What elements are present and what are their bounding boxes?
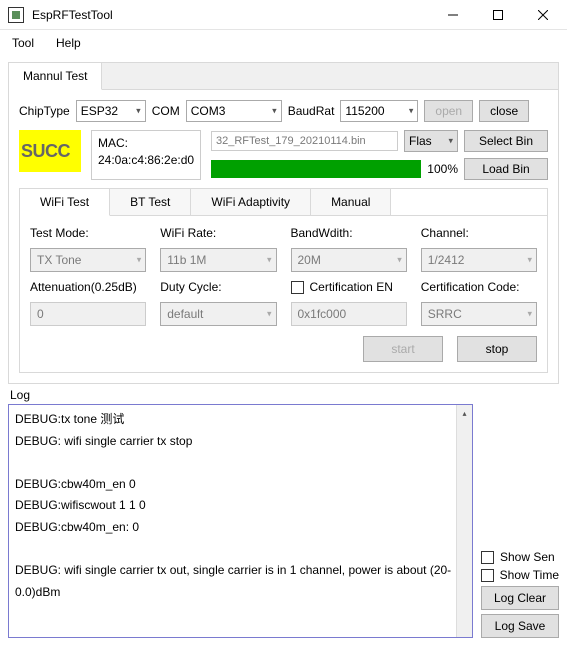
- status-badge: SUCC: [19, 130, 81, 172]
- chevron-down-icon: ▾: [527, 309, 532, 320]
- chevron-down-icon: ▾: [267, 309, 272, 320]
- mac-info: MAC: 24:0a:c4:86:2e:d0: [91, 130, 201, 180]
- duty-cycle-select[interactable]: default▾: [160, 302, 276, 326]
- close-icon: [538, 10, 548, 20]
- progress-bar: [211, 160, 421, 178]
- tab-bt-test[interactable]: BT Test: [110, 189, 191, 216]
- bandwidth-label: BandWdith:: [291, 226, 407, 240]
- com-select[interactable]: COM3 ▾: [186, 100, 282, 122]
- load-bin-button[interactable]: Load Bin: [464, 158, 548, 180]
- connection-row: ChipType ESP32 ▾ COM COM3 ▾ BaudRat 1152…: [19, 100, 548, 122]
- log-label: Log: [8, 388, 559, 404]
- channel-select[interactable]: 1/2412▾: [421, 248, 537, 272]
- show-time-wrap[interactable]: Show Time: [481, 568, 559, 582]
- show-sen-label: Show Sen: [500, 550, 555, 564]
- tab-wifi-adaptivity[interactable]: WiFi Adaptivity: [191, 189, 311, 216]
- log-clear-button[interactable]: Log Clear: [481, 586, 559, 610]
- chevron-down-icon: ▾: [137, 255, 142, 266]
- channel-label: Channel:: [421, 226, 537, 240]
- show-sen-checkbox[interactable]: [481, 551, 494, 564]
- show-time-label: Show Time: [500, 568, 559, 582]
- minimize-button[interactable]: [430, 0, 475, 30]
- com-label: COM: [152, 104, 180, 118]
- tab-manual[interactable]: Manual: [311, 189, 391, 216]
- cert-en-wrap[interactable]: Certification EN: [291, 280, 407, 294]
- log-save-button[interactable]: Log Save: [481, 614, 559, 638]
- test-mode-select[interactable]: TX Tone▾: [30, 248, 146, 272]
- wifi-rate-label: WiFi Rate:: [160, 226, 276, 240]
- baud-select[interactable]: 115200 ▾: [340, 100, 418, 122]
- test-mode-label: Test Mode:: [30, 226, 146, 240]
- duty-cycle-label: Duty Cycle:: [160, 280, 276, 294]
- chip-type-select[interactable]: ESP32 ▾: [76, 100, 146, 122]
- app-icon: [8, 7, 24, 23]
- cert-en-checkbox[interactable]: [291, 281, 304, 294]
- open-button[interactable]: open: [424, 100, 473, 122]
- cert-hex-input[interactable]: 0x1fc000: [291, 302, 407, 326]
- cert-en-label: Certification EN: [310, 280, 393, 294]
- window-title: EspRFTestTool: [32, 8, 430, 22]
- chevron-down-icon: ▾: [136, 106, 141, 117]
- menu-help[interactable]: Help: [52, 34, 85, 52]
- maximize-icon: [493, 10, 503, 20]
- scroll-up-icon[interactable]: ▴: [457, 405, 472, 421]
- chevron-down-icon: ▾: [527, 255, 532, 266]
- chevron-down-icon: ▾: [272, 106, 277, 117]
- cert-code-label: Certification Code:: [421, 280, 537, 294]
- close-button-conn[interactable]: close: [479, 100, 529, 122]
- minimize-icon: [448, 10, 458, 20]
- chevron-down-icon: ▾: [267, 255, 272, 266]
- cert-code-select[interactable]: SRRC▾: [421, 302, 537, 326]
- tab-wifi-test[interactable]: WiFi Test: [20, 189, 110, 216]
- attenuation-input[interactable]: 0: [30, 302, 146, 326]
- inner-tabset: WiFi Test BT Test WiFi Adaptivity Manual…: [19, 188, 548, 373]
- title-bar: EspRFTestTool: [0, 0, 567, 30]
- show-time-checkbox[interactable]: [481, 569, 494, 582]
- attenuation-label: Attenuation(0.25dB): [30, 280, 146, 294]
- chevron-down-icon: ▾: [409, 106, 414, 117]
- tab-manual-test[interactable]: Mannul Test: [9, 63, 102, 90]
- maximize-button[interactable]: [475, 0, 520, 30]
- flash-mode-select[interactable]: Flas ▾: [404, 130, 458, 152]
- menu-tool[interactable]: Tool: [8, 34, 38, 52]
- bin-path-field[interactable]: 32_RFTest_179_20210114.bin: [211, 131, 398, 151]
- chevron-down-icon: ▾: [397, 255, 402, 266]
- log-box[interactable]: DEBUG:tx tone 测试DEBUG: wifi single carri…: [8, 404, 473, 638]
- show-sen-wrap[interactable]: Show Sen: [481, 550, 559, 564]
- mac-label: MAC:: [98, 135, 194, 152]
- bandwidth-select[interactable]: 20M▾: [291, 248, 407, 272]
- baud-label: BaudRat: [288, 104, 335, 118]
- scrollbar[interactable]: ▴: [456, 405, 472, 637]
- wifi-rate-select[interactable]: 11b 1M▾: [160, 248, 276, 272]
- main-tabset: Mannul Test ChipType ESP32 ▾ COM COM3 ▾ …: [8, 62, 559, 384]
- chip-type-label: ChipType: [19, 104, 70, 118]
- chevron-down-icon: ▾: [448, 136, 453, 147]
- start-button[interactable]: start: [363, 336, 443, 362]
- progress-text: 100%: [427, 162, 458, 176]
- menu-bar: Tool Help: [0, 30, 567, 56]
- log-content: DEBUG:tx tone 测试DEBUG: wifi single carri…: [9, 405, 472, 607]
- mac-value: 24:0a:c4:86:2e:d0: [98, 152, 194, 169]
- stop-button[interactable]: stop: [457, 336, 537, 362]
- select-bin-button[interactable]: Select Bin: [464, 130, 548, 152]
- close-button[interactable]: [520, 0, 565, 30]
